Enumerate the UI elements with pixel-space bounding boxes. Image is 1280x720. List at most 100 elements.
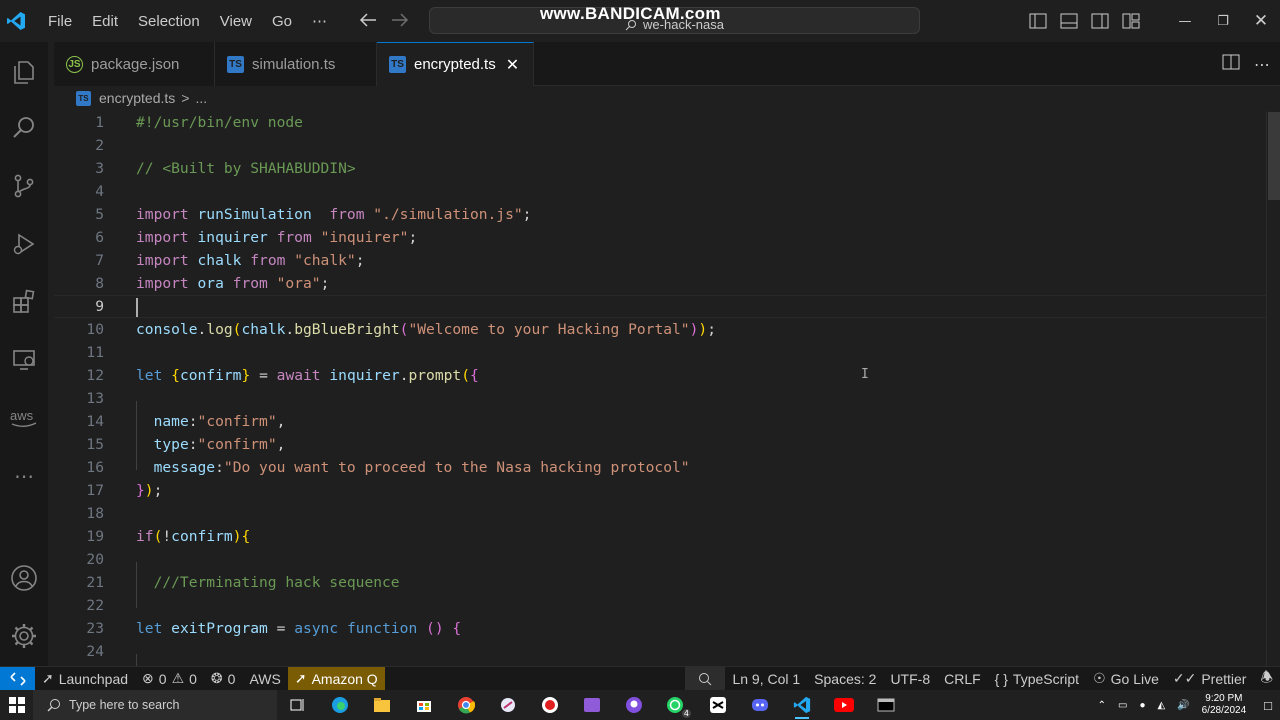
code-line[interactable]: 3 // <Built by SHAHABUDDIN> xyxy=(54,157,1266,180)
tab-encrypted-ts[interactable]: TS encrypted.ts ✕ xyxy=(377,42,534,86)
code-line[interactable]: 24 xyxy=(54,640,1266,663)
breadcrumb-file[interactable]: encrypted.ts xyxy=(99,90,175,106)
file-explorer-icon[interactable] xyxy=(361,690,403,720)
vscode-taskbar-icon[interactable] xyxy=(781,690,823,720)
ports-item[interactable]: ❂ 0 xyxy=(204,667,243,691)
code-line[interactable]: 17}); xyxy=(54,479,1266,502)
code-line[interactable]: 1 #!/usr/bin/env node xyxy=(54,111,1266,134)
code-line[interactable]: 7 import chalk from "chalk"; xyxy=(54,249,1266,272)
github-icon[interactable] xyxy=(613,690,655,720)
code-line[interactable]: 16 message:"Do you want to proceed to th… xyxy=(54,456,1266,479)
remote-explorer-icon[interactable] xyxy=(0,336,48,384)
toggle-panel-icon[interactable] xyxy=(1053,13,1084,29)
code-line[interactable]: 8 import ora from "ora"; xyxy=(54,272,1266,295)
menu-edit[interactable]: Edit xyxy=(82,13,128,30)
code-line[interactable]: 9 xyxy=(54,295,1266,318)
media-app-icon[interactable] xyxy=(571,690,613,720)
split-editor-icon[interactable] xyxy=(1222,54,1240,74)
explorer-icon[interactable] xyxy=(0,48,48,96)
launchpad-item[interactable]: ➚ Launchpad xyxy=(35,667,135,691)
close-window-icon[interactable]: ✕ xyxy=(1242,11,1280,31)
prettier-item[interactable]: ✓✓ Prettier xyxy=(1166,667,1254,691)
code-line[interactable]: 5 import runSimulation from "./simulation… xyxy=(54,203,1266,226)
go-live-item[interactable]: ☉ Go Live xyxy=(1086,667,1166,691)
store-icon[interactable] xyxy=(403,690,445,720)
terminal-icon[interactable] xyxy=(865,690,907,720)
close-tab-icon[interactable]: ✕ xyxy=(506,55,519,75)
network-icon[interactable]: ◭ xyxy=(1157,700,1165,711)
aws-item[interactable]: AWS xyxy=(242,667,287,691)
chrome-icon[interactable] xyxy=(445,690,487,720)
notification-center-icon[interactable]: □ xyxy=(1264,698,1272,713)
accounts-icon[interactable] xyxy=(0,554,48,602)
capcut-icon[interactable] xyxy=(697,690,739,720)
forward-arrow-icon[interactable] xyxy=(391,12,409,31)
code-line[interactable]: 20 xyxy=(54,548,1266,571)
source-control-icon[interactable] xyxy=(0,162,48,210)
back-arrow-icon[interactable] xyxy=(359,12,377,31)
code-line[interactable]: 14 name:"confirm", xyxy=(54,410,1266,433)
aws-icon[interactable]: aws xyxy=(0,394,48,442)
more-actions-icon[interactable]: ⋯ xyxy=(1254,55,1270,74)
cursor-position[interactable]: Ln 9, Col 1 xyxy=(725,667,807,691)
code-line[interactable]: 10 console.log(chalk.bgBlueBright("Welcom… xyxy=(54,318,1266,341)
code-line[interactable]: 21 ///Terminating hack sequence xyxy=(54,571,1266,594)
restore-icon[interactable]: ❐ xyxy=(1204,14,1242,29)
menu-view[interactable]: View xyxy=(210,13,262,30)
snipping-tool-icon[interactable] xyxy=(487,690,529,720)
minimize-icon[interactable]: — xyxy=(1166,14,1204,29)
volume-icon[interactable]: 🔊 xyxy=(1177,700,1189,711)
plug-icon: ➚ xyxy=(294,670,307,686)
code-line[interactable]: 12 let {confirm} = await inquirer.prompt(… xyxy=(54,364,1266,387)
chevron-up-icon[interactable]: ⌃ xyxy=(1098,700,1106,711)
menu-go[interactable]: Go xyxy=(262,13,302,30)
remote-indicator-icon[interactable] xyxy=(0,666,35,691)
breadcrumb-more[interactable]: ... xyxy=(195,90,207,106)
language-mode[interactable]: { } TypeScript xyxy=(988,667,1086,691)
mic-icon[interactable]: ● xyxy=(1139,700,1145,711)
settings-gear-icon[interactable] xyxy=(0,612,48,660)
code-line[interactable]: 13 xyxy=(54,387,1266,410)
code-editor[interactable]: 1 #!/usr/bin/env node 2 3// <Built by SHAHA… xyxy=(54,111,1266,666)
zoom-icon[interactable] xyxy=(685,666,726,691)
menu-selection[interactable]: Selection xyxy=(128,13,210,30)
toggle-primary-sidebar-icon[interactable] xyxy=(1022,13,1053,29)
discord-icon[interactable] xyxy=(739,690,781,720)
windows-start-icon[interactable] xyxy=(0,697,33,713)
code-line[interactable]: 15 type:"confirm", xyxy=(54,433,1266,456)
run-debug-icon[interactable] xyxy=(0,220,48,268)
encoding[interactable]: UTF-8 xyxy=(883,667,937,691)
code-line[interactable]: 19 if(!confirm){ xyxy=(54,525,1266,548)
menu-file[interactable]: File xyxy=(38,13,82,30)
task-view-icon[interactable] xyxy=(277,690,319,720)
code-line[interactable]: 2 xyxy=(54,134,1266,157)
search-icon[interactable] xyxy=(0,104,48,152)
taskbar-search[interactable]: Type here to search xyxy=(33,690,277,720)
code-line[interactable]: 4 xyxy=(54,180,1266,203)
clock[interactable]: 9:20 PM 6/28/2024 xyxy=(1202,693,1247,717)
end-of-line[interactable]: CRLF xyxy=(937,667,988,691)
menu-more[interactable]: ⋯ xyxy=(302,12,337,30)
extensions-icon[interactable] xyxy=(0,278,48,326)
battery-icon[interactable]: ▭ xyxy=(1118,700,1127,711)
problems-item[interactable]: ⊗ 0 ⚠ 0 xyxy=(135,667,204,691)
customize-layout-icon[interactable] xyxy=(1115,13,1146,29)
code-line[interactable]: 22 xyxy=(54,594,1266,617)
code-line[interactable]: 6 import inquirer from "inquirer"; xyxy=(54,226,1266,249)
toggle-secondary-sidebar-icon[interactable] xyxy=(1084,13,1115,29)
more-views-icon[interactable]: ⋯ xyxy=(0,452,48,500)
tab-package-json[interactable]: JS package.json xyxy=(54,42,215,86)
line-number: 19 xyxy=(86,528,104,545)
tab-simulation-ts[interactable]: TS simulation.ts xyxy=(215,42,377,86)
code-line[interactable]: 18 xyxy=(54,502,1266,525)
scrollbar-thumb[interactable] xyxy=(1268,112,1280,200)
youtube-icon[interactable] xyxy=(823,690,865,720)
edge-icon[interactable] xyxy=(319,690,361,720)
notifications-bell-icon[interactable]: 🕭 xyxy=(1253,667,1280,691)
whatsapp-icon[interactable]: 4 xyxy=(655,690,697,720)
record-icon[interactable] xyxy=(529,690,571,720)
amazon-q-item[interactable]: ➚ Amazon Q xyxy=(287,666,385,691)
indentation[interactable]: Spaces: 2 xyxy=(807,667,883,691)
code-line[interactable]: 11 xyxy=(54,341,1266,364)
code-line[interactable]: 23 let exitProgram = async function () { xyxy=(54,617,1266,640)
